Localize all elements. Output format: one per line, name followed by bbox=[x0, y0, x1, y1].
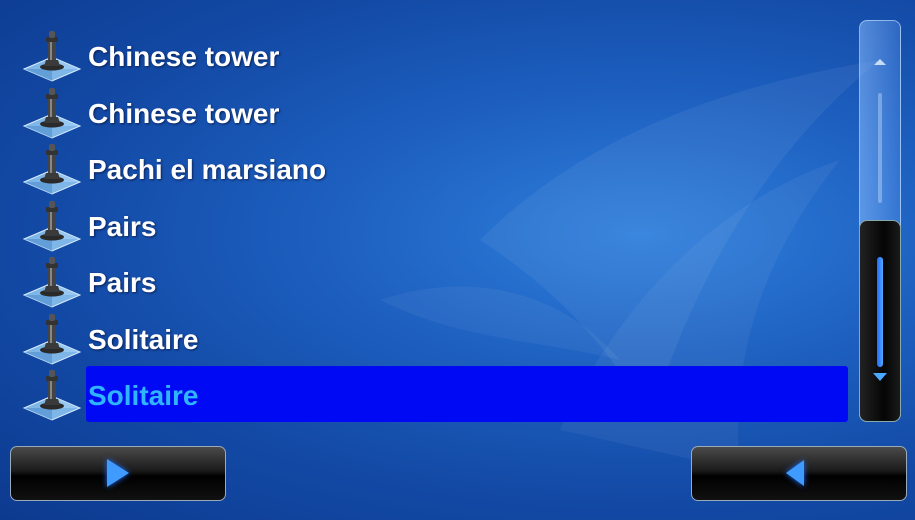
chess-pawn-on-tile-icon bbox=[22, 86, 82, 140]
chess-pawn-on-tile-icon bbox=[22, 368, 82, 422]
list-item[interactable]: Chinese tower bbox=[0, 27, 850, 83]
scrollbar-thumb[interactable] bbox=[859, 220, 901, 422]
chess-pawn-on-tile-icon bbox=[22, 199, 82, 253]
list-item[interactable]: Pairs bbox=[0, 253, 850, 309]
list-item[interactable]: Pachi el marsiano bbox=[0, 140, 850, 196]
list-item-label: Chinese tower bbox=[88, 41, 280, 72]
list-item-label: Solitaire bbox=[88, 323, 199, 355]
selection-highlight bbox=[86, 366, 848, 422]
list-item-label: Pachi el marsiano bbox=[88, 154, 327, 185]
list-item[interactable]: Pairs bbox=[0, 197, 850, 253]
back-left-arrow-icon bbox=[786, 460, 804, 486]
list-item-label: Chinese tower bbox=[88, 97, 280, 129]
game-list: Chinese tower Chinese tower Pachi el mar… bbox=[0, 0, 850, 422]
list-item[interactable]: Solitaire bbox=[0, 310, 850, 366]
play-right-arrow-icon bbox=[107, 459, 129, 487]
chess-pawn-on-tile-icon bbox=[22, 255, 82, 309]
scrollbar-thumb-grip bbox=[877, 257, 883, 367]
scroll-down-icon[interactable] bbox=[873, 373, 887, 381]
chess-pawn-on-tile-icon bbox=[22, 29, 82, 83]
scroll-up-icon[interactable] bbox=[874, 59, 886, 65]
chess-pawn-on-tile-icon bbox=[22, 312, 82, 366]
list-item-label: Pairs bbox=[88, 267, 157, 298]
list-item-label: Solitaire bbox=[88, 380, 199, 411]
forward-button[interactable] bbox=[10, 446, 226, 501]
back-button[interactable] bbox=[691, 446, 907, 501]
list-item[interactable]: Solitaire bbox=[0, 366, 850, 422]
scrollbar-groove bbox=[878, 93, 882, 203]
chess-pawn-on-tile-icon bbox=[22, 142, 82, 196]
list-item-label: Pairs bbox=[88, 210, 157, 242]
list-item[interactable]: Chinese tower bbox=[0, 84, 850, 140]
